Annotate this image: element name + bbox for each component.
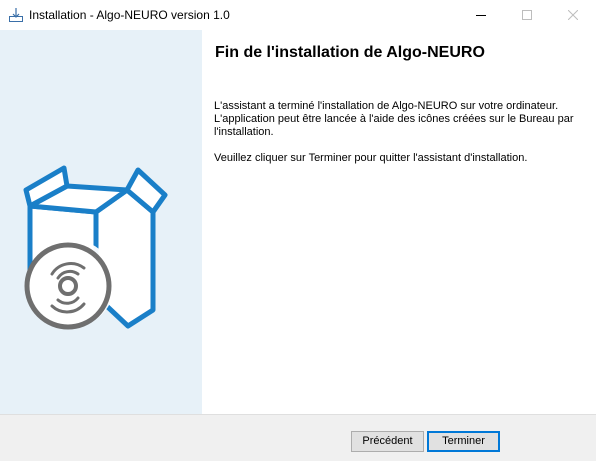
window-title: Installation - Algo-NEURO version 1.0 bbox=[29, 8, 230, 22]
completion-message: L'assistant a terminé l'installation de … bbox=[214, 100, 574, 138]
content-panel: Fin de l'installation de Algo-NEURO L'as… bbox=[202, 30, 596, 414]
software-box-disc-icon bbox=[23, 165, 168, 330]
installer-window: Installation - Algo-NEURO version 1.0 Fi… bbox=[0, 0, 596, 461]
maximize-button[interactable] bbox=[504, 0, 550, 30]
button-bar: Précédent Terminer bbox=[0, 414, 596, 461]
maximize-icon bbox=[522, 10, 532, 20]
close-button[interactable] bbox=[550, 0, 596, 30]
title-bar[interactable]: Installation - Algo-NEURO version 1.0 bbox=[0, 0, 596, 30]
finish-button[interactable]: Terminer bbox=[427, 431, 500, 452]
side-banner bbox=[0, 30, 202, 414]
minimize-icon bbox=[476, 15, 486, 16]
installer-icon bbox=[8, 7, 24, 23]
minimize-button[interactable] bbox=[458, 0, 504, 30]
back-button[interactable]: Précédent bbox=[351, 431, 424, 452]
close-icon bbox=[568, 10, 578, 20]
finish-instruction: Veuillez cliquer sur Terminer pour quitt… bbox=[214, 152, 528, 164]
page-title: Fin de l'installation de Algo-NEURO bbox=[215, 44, 485, 61]
